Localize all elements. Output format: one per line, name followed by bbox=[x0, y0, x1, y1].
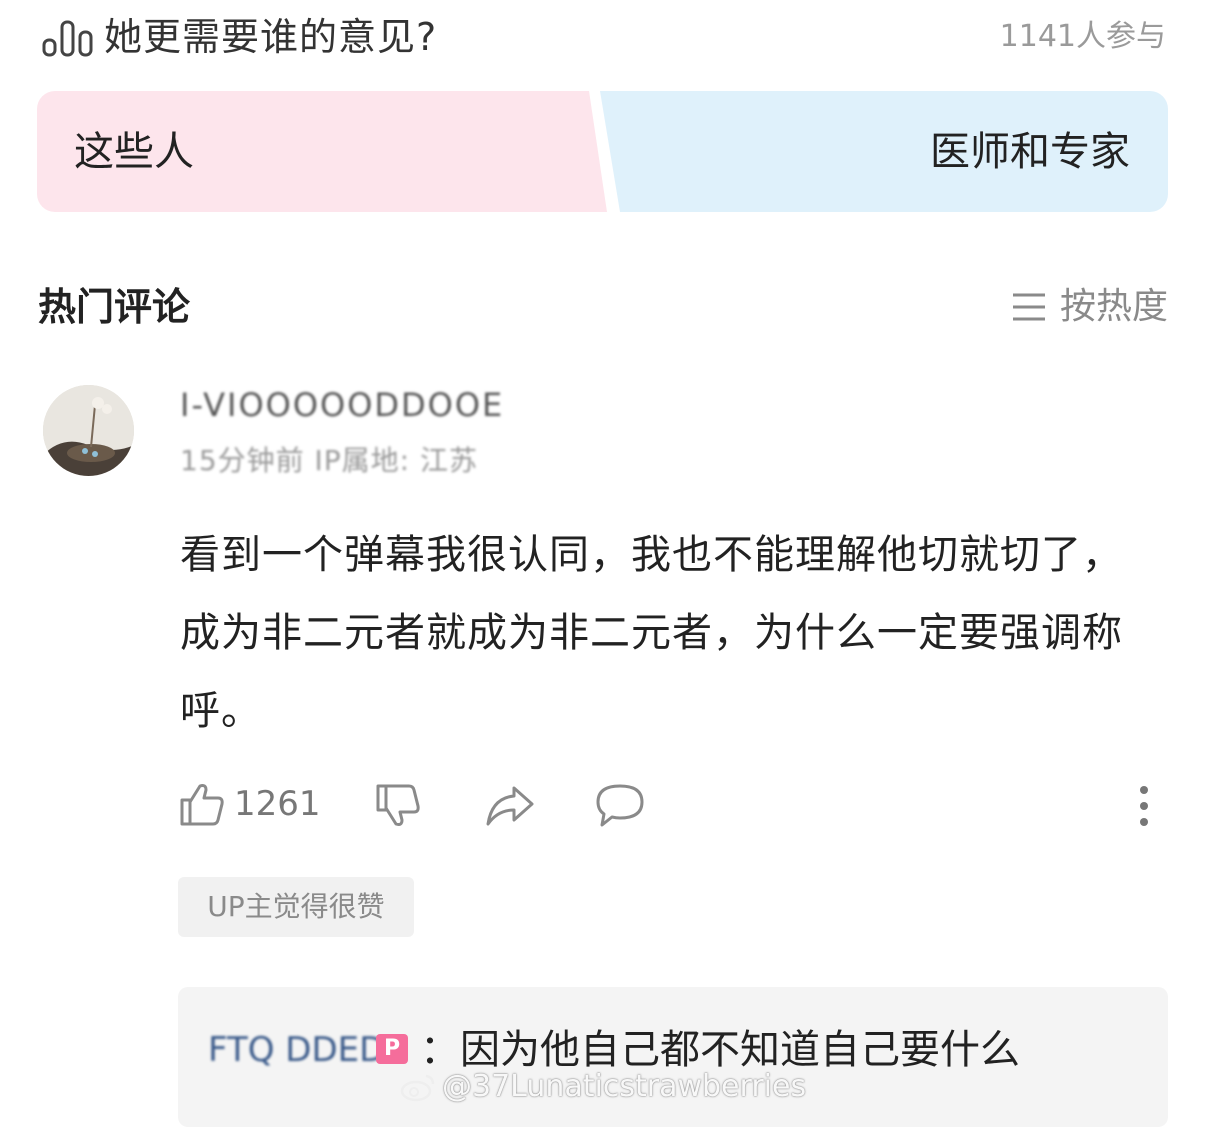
sort-label: 按热度 bbox=[1059, 286, 1168, 327]
poll-participants: 1141人参与 bbox=[999, 19, 1166, 54]
poll-option-right-label: 医师和专家 bbox=[930, 129, 1130, 175]
like-button[interactable]: 1261 bbox=[178, 780, 321, 828]
avatar-image bbox=[43, 385, 134, 476]
avatar[interactable] bbox=[43, 385, 134, 476]
sort-button[interactable]: 按热度 bbox=[1012, 284, 1168, 330]
poll-option-left-label: 这些人 bbox=[74, 129, 194, 175]
reply-username[interactable]: FTQ DDED bbox=[208, 1028, 385, 1072]
weibo-icon bbox=[400, 1074, 435, 1102]
like-count: 1261 bbox=[234, 784, 321, 824]
thumbs-down-icon[interactable] bbox=[374, 782, 422, 830]
section-title: 热门评论 bbox=[38, 285, 191, 329]
share-icon[interactable] bbox=[484, 782, 536, 830]
poll-title: 她更需要谁的意见? bbox=[104, 15, 438, 59]
watermark: @37Lunaticstrawberries bbox=[400, 1068, 806, 1106]
comment-username[interactable]: I-VIOOOOODDOOE bbox=[180, 384, 504, 426]
more-icon[interactable] bbox=[1130, 782, 1158, 830]
sort-lines-icon bbox=[1012, 293, 1045, 321]
comment-text: 看到一个弹幕我很认同，我也不能理解他切就切了，成为非二元者就成为非二元者，为什么… bbox=[180, 532, 1123, 734]
up-liked-badge: UP主觉得很赞 bbox=[178, 877, 414, 937]
watermark-text: @37Lunaticstrawberries bbox=[442, 1069, 807, 1104]
reply-user-badge: P bbox=[376, 1034, 408, 1064]
poll-bars-icon bbox=[42, 20, 93, 57]
comment-meta: 15分钟前 IP属地: 江苏 bbox=[180, 444, 479, 477]
thumbs-up-icon bbox=[180, 784, 224, 826]
reply-text: ：因为他自己都不知道自己要什么 bbox=[420, 1027, 1020, 1073]
reply-icon[interactable] bbox=[594, 782, 646, 830]
